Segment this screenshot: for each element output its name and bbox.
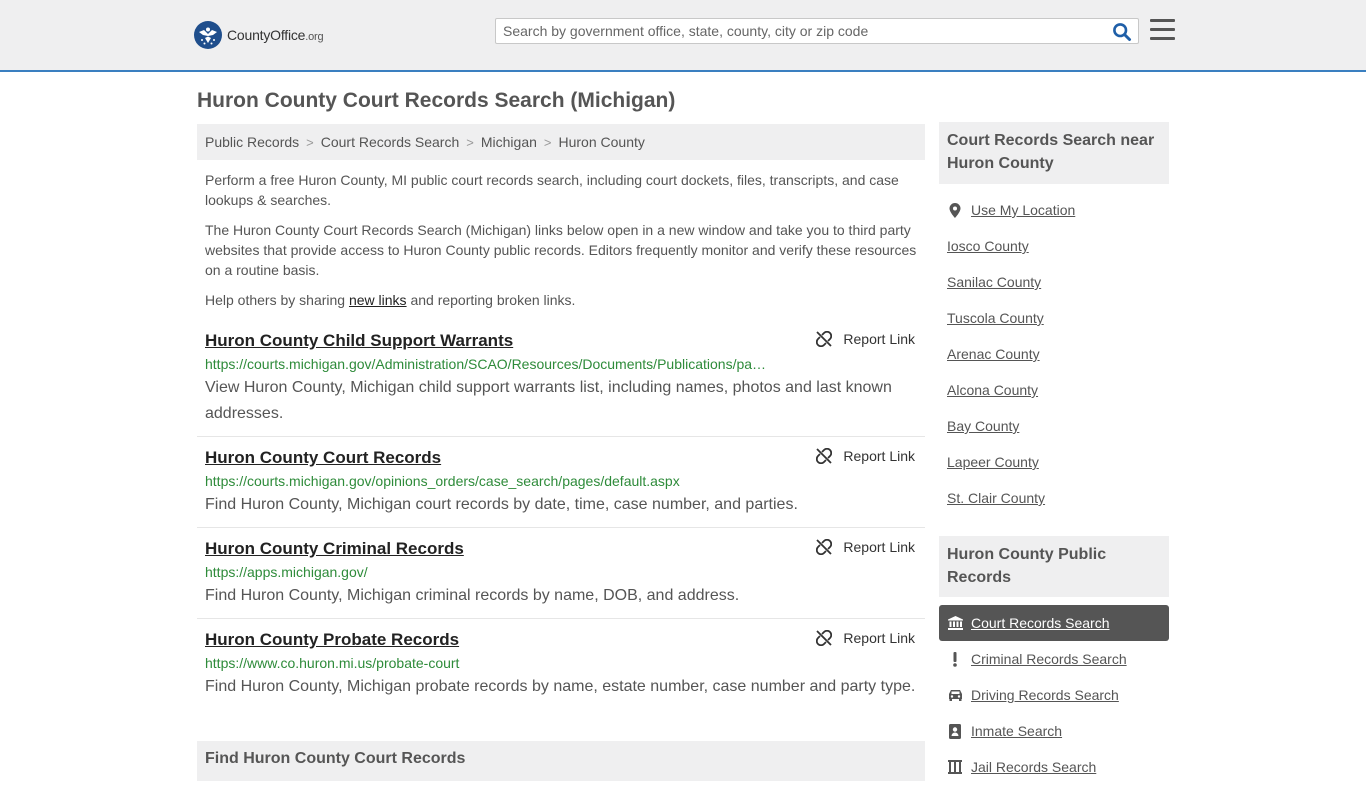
record-title-link[interactable]: Huron County Court Records	[205, 447, 441, 469]
nearby-county-item[interactable]: Bay County	[939, 408, 1169, 444]
public-records-item-driving[interactable]: Driving Records Search	[939, 677, 1169, 713]
share-text-after: and reporting broken links.	[406, 292, 576, 308]
broken-link-icon	[816, 630, 833, 646]
report-link-label: Report Link	[843, 331, 915, 347]
public-records-link[interactable]: Driving Records Search	[971, 687, 1119, 703]
nearby-county-item[interactable]: Lapeer County	[939, 444, 1169, 480]
record-item: Huron County Court Records Report Link h…	[197, 437, 925, 528]
site-logo[interactable]: CountyOffice.org	[194, 20, 324, 50]
search-input[interactable]	[503, 22, 1103, 40]
hamburger-menu-icon[interactable]	[1150, 19, 1175, 43]
nearby-county-item[interactable]: St. Clair County	[939, 480, 1169, 516]
report-link-label: Report Link	[843, 448, 915, 464]
search-icon[interactable]	[1112, 22, 1132, 42]
nearby-county-link[interactable]: St. Clair County	[947, 490, 1045, 506]
public-records-heading: Huron County Public Records	[939, 536, 1169, 597]
logo-main-text: CountyOffice	[227, 27, 306, 43]
share-paragraph: Help others by sharing new links and rep…	[205, 290, 920, 310]
exclamation-icon	[947, 651, 963, 667]
record-description: Find Huron County, Michigan court record…	[205, 496, 798, 513]
report-link-label: Report Link	[843, 630, 915, 646]
nearby-county-link[interactable]: Alcona County	[947, 382, 1038, 398]
record-url[interactable]: https://courts.michigan.gov/Administrati…	[205, 354, 777, 374]
record-url[interactable]: https://courts.michigan.gov/opinions_ord…	[205, 471, 777, 491]
report-link-label: Report Link	[843, 539, 915, 555]
find-records-heading: Find Huron County Court Records	[197, 741, 925, 781]
page-title: Huron County Court Records Search (Michi…	[197, 89, 676, 112]
public-records-item-court[interactable]: Court Records Search	[939, 605, 1169, 641]
public-records-link[interactable]: Inmate Search	[971, 723, 1062, 739]
nearby-county-link[interactable]: Arenac County	[947, 346, 1040, 362]
nearby-county-link[interactable]: Sanilac County	[947, 274, 1041, 290]
records-list: Huron County Child Support Warrants Repo…	[197, 327, 925, 710]
record-item: Huron County Criminal Records Report Lin…	[197, 528, 925, 619]
logo-suffix-text: .org	[305, 31, 324, 43]
record-description: View Huron County, Michigan child suppor…	[205, 379, 892, 422]
report-link-button[interactable]: Report Link	[816, 448, 915, 464]
intro-paragraph: Perform a free Huron County, MI public c…	[205, 172, 899, 208]
nearby-county-link[interactable]: Tuscola County	[947, 310, 1044, 326]
use-location-item[interactable]: Use My Location	[939, 192, 1169, 228]
breadcrumb-huron-county[interactable]: Huron County	[558, 134, 644, 150]
breadcrumb-separator: >	[543, 134, 552, 150]
record-url[interactable]: https://apps.michigan.gov/	[205, 562, 777, 582]
record-title-link[interactable]: Huron County Criminal Records	[205, 538, 464, 560]
new-links-link[interactable]: new links	[349, 292, 407, 308]
breadcrumb-michigan[interactable]: Michigan	[481, 134, 537, 150]
breadcrumb: Public Records > Court Records Search > …	[197, 124, 925, 160]
jail-icon	[947, 760, 963, 774]
courthouse-icon	[947, 616, 963, 630]
public-records-item-criminal[interactable]: Criminal Records Search	[939, 641, 1169, 677]
report-link-button[interactable]: Report Link	[816, 331, 915, 347]
record-title-link[interactable]: Huron County Probate Records	[205, 629, 459, 651]
breadcrumb-public-records[interactable]: Public Records	[205, 134, 299, 150]
nearby-county-item[interactable]: Tuscola County	[939, 300, 1169, 336]
public-records-item-jail[interactable]: Jail Records Search	[939, 749, 1169, 785]
record-title-link[interactable]: Huron County Child Support Warrants	[205, 330, 513, 352]
search-bar	[495, 18, 1139, 44]
breadcrumb-court-records-search[interactable]: Court Records Search	[321, 134, 460, 150]
breadcrumb-separator: >	[466, 134, 474, 150]
public-records-item-inmate[interactable]: Inmate Search	[939, 713, 1169, 749]
intro-paragraph: The Huron County Court Records Search (M…	[205, 222, 917, 278]
nearby-county-link[interactable]: Lapeer County	[947, 454, 1039, 470]
nearby-heading: Court Records Search near Huron County	[939, 122, 1169, 184]
logo-text: CountyOffice.org	[227, 27, 324, 43]
logo-seal-icon	[194, 21, 222, 49]
intro-text: Perform a free Huron County, MI public c…	[205, 170, 920, 320]
public-records-list: Court Records Search Criminal Records Se…	[939, 605, 1169, 785]
id-badge-icon	[947, 723, 963, 739]
nearby-county-item[interactable]: Sanilac County	[939, 264, 1169, 300]
report-link-button[interactable]: Report Link	[816, 539, 915, 555]
nearby-county-item[interactable]: Iosco County	[939, 228, 1169, 264]
record-description: Find Huron County, Michigan criminal rec…	[205, 587, 740, 604]
use-location-link[interactable]: Use My Location	[971, 202, 1075, 218]
record-item: Huron County Child Support Warrants Repo…	[197, 327, 925, 437]
public-records-link[interactable]: Court Records Search	[971, 615, 1110, 631]
breadcrumb-separator: >	[306, 134, 314, 150]
record-description: Find Huron County, Michigan probate reco…	[205, 678, 916, 695]
share-text-before: Help others by sharing	[205, 292, 349, 308]
nearby-county-link[interactable]: Iosco County	[947, 238, 1029, 254]
public-records-link[interactable]: Criminal Records Search	[971, 651, 1127, 667]
map-marker-icon	[947, 202, 963, 218]
public-records-link[interactable]: Jail Records Search	[971, 759, 1096, 775]
nearby-county-link[interactable]: Bay County	[947, 418, 1019, 434]
nearby-county-item[interactable]: Alcona County	[939, 372, 1169, 408]
record-url[interactable]: https://www.co.huron.mi.us/probate-court	[205, 653, 777, 673]
broken-link-icon	[816, 448, 833, 464]
report-link-button[interactable]: Report Link	[816, 630, 915, 646]
nearby-list: Use My Location Iosco County Sanilac Cou…	[939, 192, 1169, 516]
nearby-county-item[interactable]: Arenac County	[939, 336, 1169, 372]
broken-link-icon	[816, 539, 833, 555]
record-item: Huron County Probate Records Report Link…	[197, 619, 925, 710]
car-icon	[947, 689, 963, 701]
broken-link-icon	[816, 331, 833, 347]
site-header: CountyOffice.org	[0, 0, 1366, 72]
